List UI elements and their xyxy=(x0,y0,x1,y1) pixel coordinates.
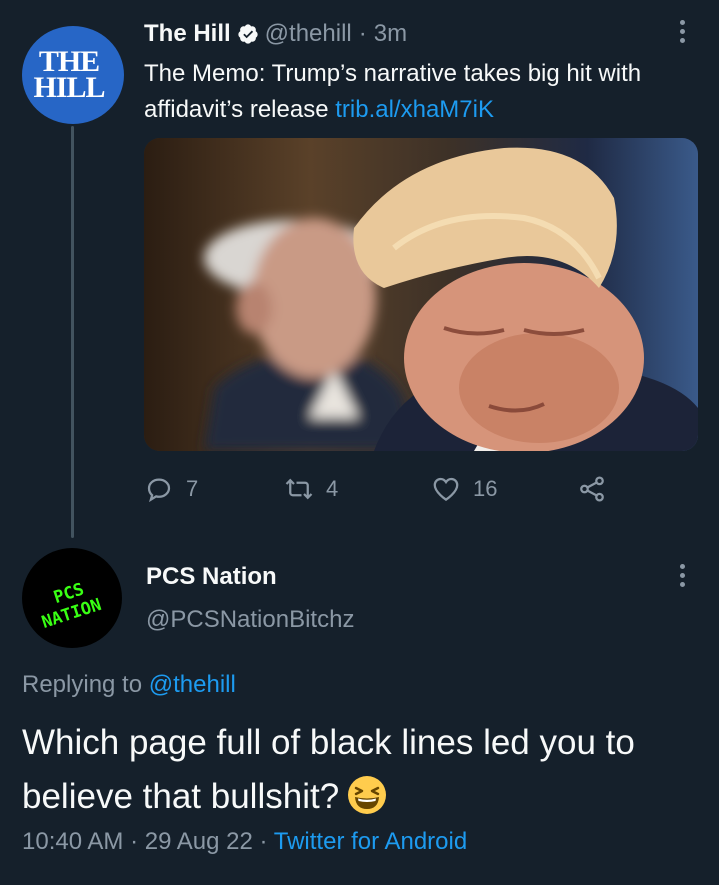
separator-dot: · xyxy=(130,828,139,855)
author-name[interactable]: The Hill xyxy=(144,20,231,48)
tweet-actions: 7 4 16 xyxy=(144,472,624,506)
tweet-time[interactable]: 3m xyxy=(374,20,407,48)
more-options-icon[interactable] xyxy=(674,20,690,50)
photo-two-men-icon xyxy=(144,138,698,451)
replying-to: Replying to @thehill xyxy=(22,671,236,699)
separator-dot: · xyxy=(358,20,367,47)
reply-action[interactable]: 7 xyxy=(144,472,198,506)
avatar-pcsnation[interactable]: PCS NATION xyxy=(22,548,122,648)
like-action[interactable]: 16 xyxy=(431,472,497,506)
reply-text: Which page full of black lines led you t… xyxy=(22,716,712,824)
replying-to-label: Replying to xyxy=(22,671,149,698)
retweet-action[interactable]: 4 xyxy=(284,472,338,506)
tweet-media-photo[interactable] xyxy=(144,138,698,451)
reply-author-name[interactable]: PCS Nation xyxy=(146,563,277,591)
grinning-squinting-face-icon xyxy=(348,776,387,814)
reply-author-handle[interactable]: @PCSNationBitchz xyxy=(146,606,354,634)
pcs-nation-logo: PCS NATION xyxy=(39,579,104,632)
reply-icon xyxy=(147,478,171,503)
like-count: 16 xyxy=(473,476,498,501)
tweet-header: The Hill @thehill · 3m xyxy=(144,18,407,50)
tweet-meta: 10:40 AM · 29 Aug 22 · Twitter for Andro… xyxy=(22,828,467,856)
more-options-icon[interactable] xyxy=(674,564,690,594)
separator-dot: · xyxy=(259,828,268,855)
share-action[interactable] xyxy=(577,472,619,506)
retweet-icon xyxy=(285,478,313,500)
tweet-text: The Memo: Trump’s narrative takes big hi… xyxy=(144,56,704,128)
tweet-source[interactable]: Twitter for Android xyxy=(274,828,467,855)
avatar-thehill[interactable]: THE HILL xyxy=(22,26,124,124)
replying-to-handle[interactable]: @thehill xyxy=(149,671,236,698)
avatar-text-hill: HILL xyxy=(33,71,105,104)
share-icon xyxy=(580,476,604,502)
heart-icon xyxy=(433,477,459,501)
tweet-date[interactable]: 29 Aug 22 xyxy=(145,828,253,855)
thread-connector-line xyxy=(71,126,74,538)
verified-badge-icon xyxy=(238,24,258,44)
author-handle[interactable]: @thehill xyxy=(265,20,352,48)
tweet-link[interactable]: trib.al/xhaM7iK xyxy=(335,96,494,123)
reply-count: 7 xyxy=(186,476,199,501)
retweet-count: 4 xyxy=(326,476,339,501)
reply-body: Which page full of black lines led you t… xyxy=(22,723,635,816)
tweet-time-stamp[interactable]: 10:40 AM xyxy=(22,828,123,855)
